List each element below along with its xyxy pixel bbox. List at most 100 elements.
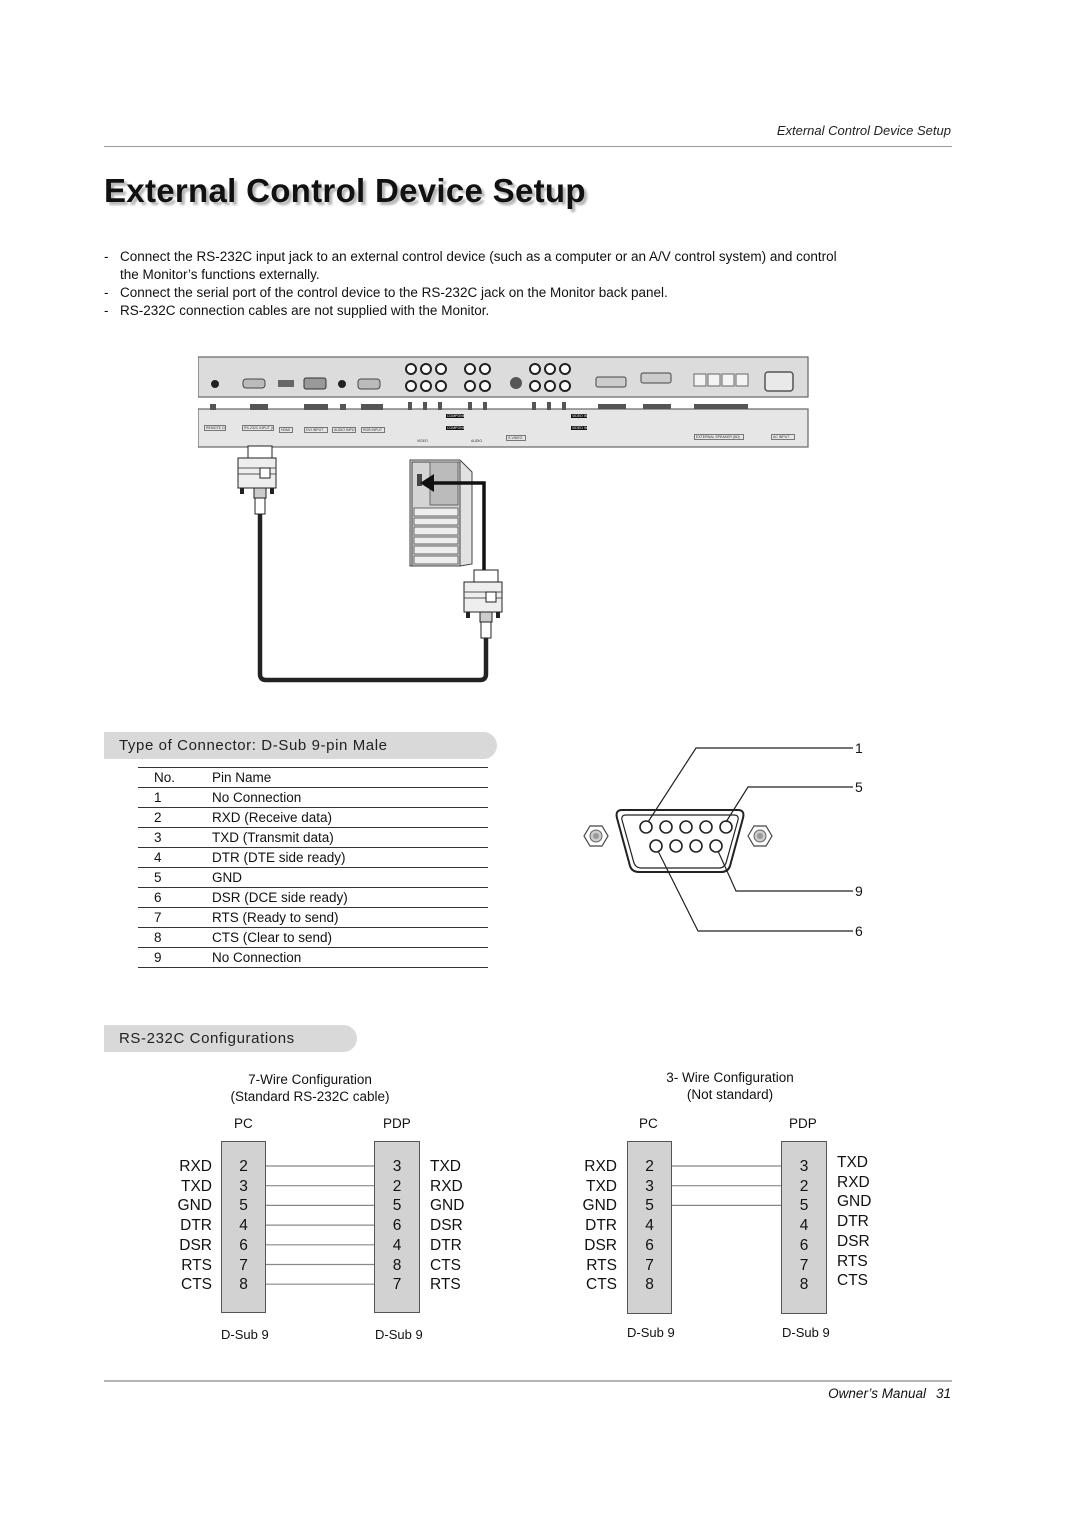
right-pin-item: 7	[392, 1276, 402, 1294]
instruction-list: - Connect the RS-232C input jack to an ex…	[104, 248, 844, 320]
config-title: 3- Wire Configuration (Not standard)	[620, 1069, 840, 1103]
dsub9-svg	[583, 747, 853, 932]
right-pin-item: 8	[392, 1256, 402, 1274]
config-title-line2: (Standard RS-232C cable)	[230, 1089, 390, 1104]
left-pin-item: 7	[239, 1256, 248, 1274]
instruction-item: - RS-232C connection cables are not suppl…	[104, 302, 844, 320]
left-signal-item: GND	[582, 1197, 617, 1215]
left-screw-icon	[583, 825, 609, 847]
left-signal-item: RTS	[181, 1256, 212, 1274]
bullet-dash: -	[104, 285, 109, 300]
right-pin-item: 3	[799, 1158, 809, 1175]
label-video-input-2: VIDEO INPUT 2	[571, 414, 587, 418]
left-signal-item: GND	[177, 1197, 212, 1215]
dsub9-diagram: 1 5 9 6	[578, 738, 878, 943]
table-row: 9 No Connection	[138, 947, 488, 968]
right-screw-icon	[747, 825, 773, 847]
ac-inlet-icon	[764, 371, 794, 392]
right-signal-item: CTS	[430, 1256, 461, 1274]
left-pin-item: 6	[239, 1236, 248, 1254]
label-component-1: COMPONENT INPUT 1	[446, 426, 464, 430]
pin-number: 5	[138, 867, 212, 888]
label-video: VIDEO	[417, 439, 428, 443]
right-pin-item: 4	[392, 1236, 402, 1254]
column-header-no: No.	[138, 767, 212, 788]
table-row: 2 RXD (Receive data)	[138, 807, 488, 828]
label-dvi-input: DVI INPUT	[304, 427, 328, 433]
right-end-label: PDP	[383, 1116, 411, 1131]
table-row: 5 GND	[138, 867, 488, 888]
instruction-item: - Connect the RS-232C input jack to an ex…	[104, 248, 844, 284]
pin-number: 2	[138, 807, 212, 828]
left-signal-item: TXD	[181, 1177, 212, 1195]
right-signal-item: CTS	[837, 1272, 868, 1290]
right-pin-item: 4	[799, 1217, 809, 1235]
monitor-side-plug-icon	[237, 445, 277, 515]
config-7-wire: 7-Wire Configuration (Standard RS-232C c…	[160, 1070, 500, 1345]
right-pin-item: 5	[799, 1197, 809, 1215]
hdmi-port-icon	[278, 380, 294, 387]
right-pin-item: 5	[392, 1197, 402, 1215]
pc-side-plug-icon	[463, 569, 503, 639]
right-signal-item: TXD	[430, 1158, 461, 1175]
page-number: 31	[935, 1386, 951, 1401]
left-signal-item: TXD	[586, 1177, 617, 1195]
instruction-item: - Connect the serial port of the control …	[104, 284, 844, 302]
pc-tower-icon	[409, 459, 473, 567]
callout-pin-1: 1	[855, 740, 863, 756]
page-title: External Control Device Setup	[104, 172, 586, 209]
rs232c-port-icon	[242, 378, 266, 389]
left-pin-item: 5	[239, 1197, 248, 1215]
left-pin-item: 4	[239, 1217, 248, 1235]
left-signal-item: RTS	[586, 1256, 617, 1274]
label-rs232c-input: RS-232C INPUT (CONTROL/SERVICE)	[242, 425, 274, 431]
label-remote-control: REMOTE CONTROL	[204, 425, 226, 431]
table-header-row: No. Pin Name	[138, 767, 488, 788]
right-pin-item: 6	[799, 1236, 809, 1254]
callout-pin-9: 9	[855, 883, 863, 899]
left-signal-list: RXD TXD GND DTR DSR RTS CTS	[570, 1157, 617, 1295]
left-pin-item: 2	[239, 1158, 248, 1175]
right-signal-item: DTR	[430, 1236, 462, 1254]
right-dsub-box: 3 2 5 64 8 7	[374, 1141, 420, 1313]
config-3-wire: 3- Wire Configuration (Not standard) PC …	[570, 1068, 910, 1343]
config-title-line2: (Not standard)	[686, 1087, 774, 1102]
table-row: 8 CTS (Clear to send)	[138, 927, 488, 948]
instruction-text: Connect the serial port of the control d…	[120, 285, 668, 300]
pin-number: 3	[138, 827, 212, 848]
pin-name: DTR (DTE side ready)	[212, 847, 488, 868]
left-pin-item: 8	[239, 1276, 248, 1294]
right-signal-list: TXD RXD GND DTR DSR RTS CTS	[837, 1153, 871, 1291]
right-dsub-box: 3 2 5 46 7 8	[781, 1141, 827, 1314]
left-pin-item: 6	[645, 1236, 654, 1254]
pin-number: 1	[138, 787, 212, 808]
pin-number: 7	[138, 907, 212, 928]
pin-name: No Connection	[212, 787, 488, 808]
right-pin-item: 3	[392, 1158, 402, 1175]
config-title: 7-Wire Configuration (Standard RS-232C c…	[200, 1071, 420, 1105]
instruction-text: Connect the RS-232C input jack to an ext…	[120, 249, 837, 282]
label-rgb-input: RGB INPUT	[361, 427, 385, 433]
left-pin-item: 3	[239, 1177, 248, 1195]
pin-name: DSR (DCE side ready)	[212, 887, 488, 908]
audio-jack-icon	[338, 380, 346, 388]
left-signal-item: CTS	[181, 1276, 212, 1294]
right-pin-list: 3 2 5 46 7 8	[782, 1157, 826, 1295]
pin-name: CTS (Clear to send)	[212, 927, 488, 948]
left-end-label: PC	[639, 1116, 658, 1131]
running-header: External Control Device Setup	[776, 123, 951, 138]
right-signal-list: TXD RXD GND DSR DTR CTS RTS	[430, 1157, 464, 1295]
pin-number: 9	[138, 947, 212, 968]
connector-type-heading: Type of Connector: D-Sub 9-pin Male	[104, 732, 497, 759]
connection-illustration: REMOTE CONTROL RS-232C INPUT (CONTROL/SE…	[197, 356, 810, 686]
left-pin-item: 8	[645, 1276, 654, 1294]
label-video-input-1: VIDEO INPUT 1	[571, 426, 587, 430]
callout-pin-6: 6	[855, 923, 863, 939]
pin-name: RTS (Ready to send)	[212, 907, 488, 928]
left-pin-item: 4	[645, 1217, 654, 1235]
connection-diagram-svg	[197, 356, 809, 683]
table-row: 6 DSR (DCE side ready)	[138, 887, 488, 908]
right-signal-item: GND	[837, 1193, 872, 1211]
pin-table: No. Pin Name 1 No Connection 2 RXD (Receive…	[138, 767, 488, 968]
callout-pin-5: 5	[855, 779, 863, 795]
